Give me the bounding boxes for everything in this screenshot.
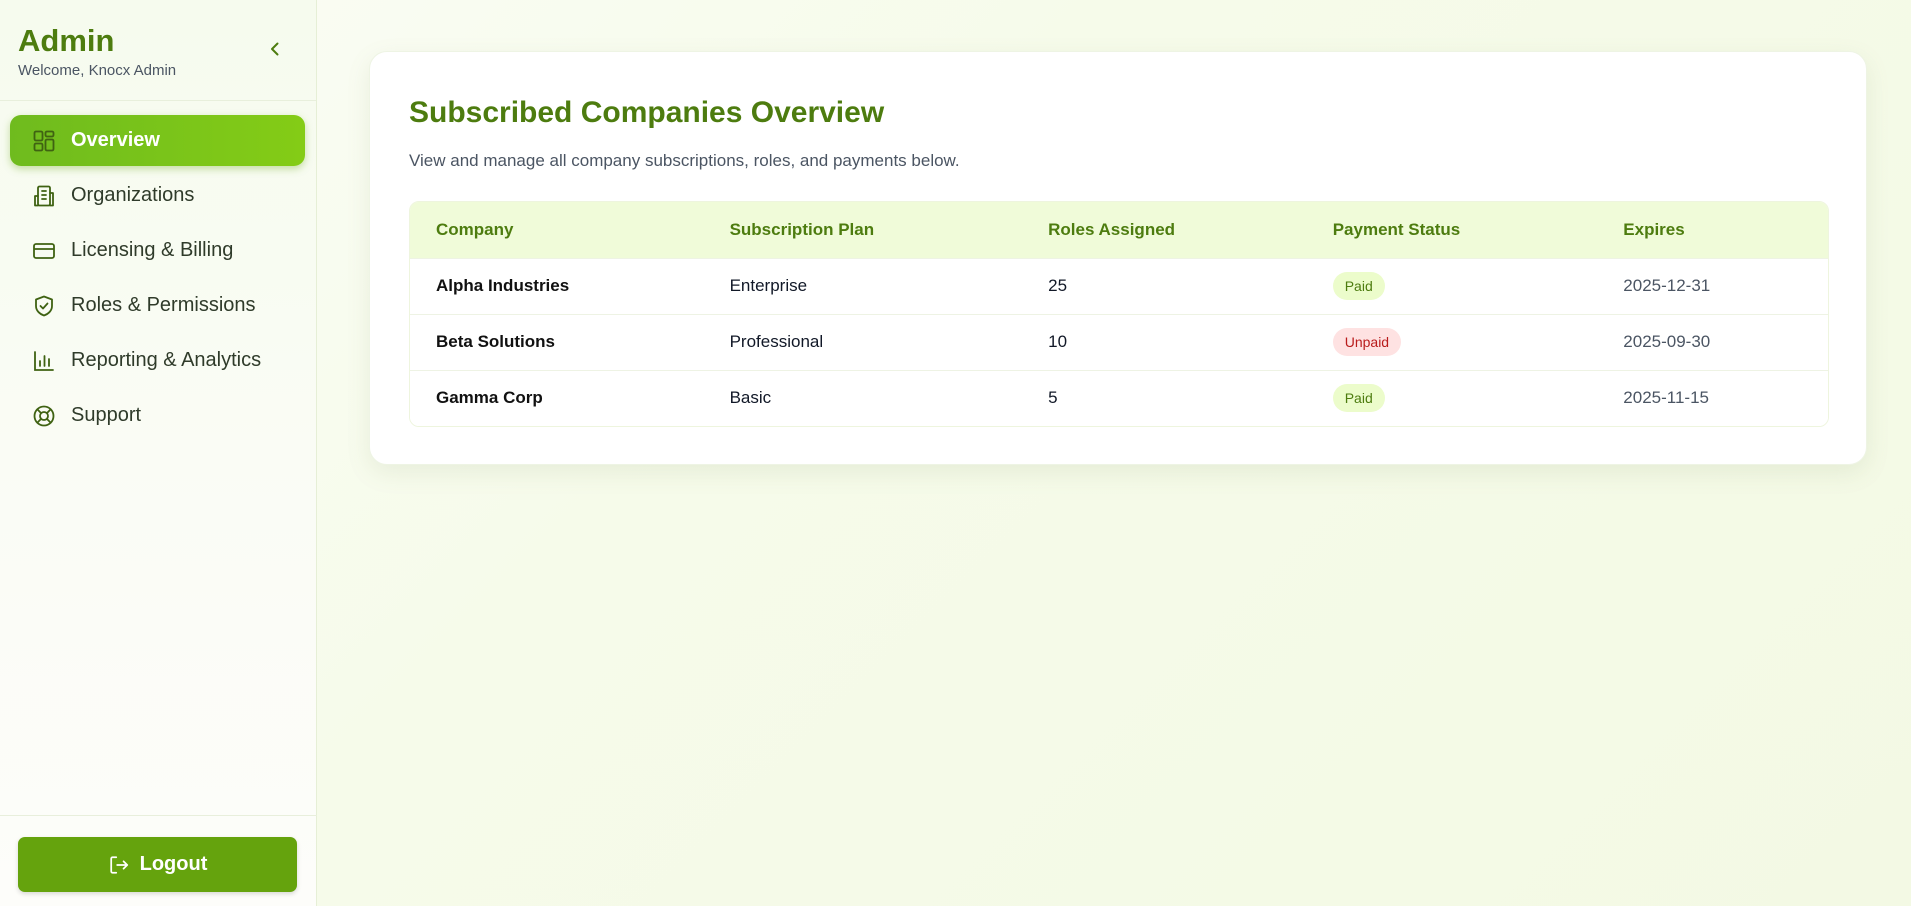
- collapse-sidebar-button[interactable]: [262, 36, 288, 62]
- payment-status-cell: Paid: [1307, 370, 1598, 426]
- payment-status-cell: Paid: [1307, 258, 1598, 314]
- sidebar-item-licensing-billing[interactable]: Licensing & Billing: [10, 225, 305, 276]
- sidebar-item-overview[interactable]: Overview: [10, 115, 305, 166]
- logout-label: Logout: [139, 853, 208, 875]
- subscription-plan: Professional: [729, 332, 824, 351]
- column-header-payment-status: Payment Status: [1332, 219, 1461, 239]
- sidebar-item-label: Overview: [71, 129, 160, 151]
- status-badge: Unpaid: [1332, 328, 1402, 356]
- company-name: Beta Solutions: [436, 332, 556, 351]
- sidebar-item-label: Licensing & Billing: [71, 239, 234, 261]
- companies-table: Company Subscription Plan Roles Assigned…: [409, 201, 1829, 427]
- lifebuoy-icon: [32, 404, 56, 428]
- sidebar-nav: Overview Organizations Licensing & Billi…: [0, 115, 317, 445]
- column-header-roles-assigned: Roles Assigned: [1048, 219, 1176, 239]
- credit-card-icon: [32, 239, 56, 263]
- building-icon: [32, 184, 56, 208]
- sidebar-item-label: Reporting & Analytics: [71, 349, 262, 371]
- shield-check-icon: [32, 294, 56, 318]
- payment-status-cell: Unpaid: [1307, 314, 1598, 370]
- sidebar-item-label: Support: [71, 404, 142, 426]
- column-header-subscription-plan: Subscription Plan: [729, 219, 875, 239]
- page-title: Subscribed Companies Overview: [409, 96, 885, 129]
- column-header-expires: Expires: [1623, 219, 1685, 239]
- sidebar-item-roles-permissions[interactable]: Roles & Permissions: [10, 280, 305, 331]
- roles-assigned: 5: [1048, 388, 1058, 408]
- sidebar-item-label: Roles & Permissions: [71, 294, 256, 316]
- company-name: Gamma Corp: [436, 388, 543, 408]
- status-badge: Paid: [1332, 384, 1385, 413]
- table-row[interactable]: Alpha Industries Enterprise 25 Paid 2025…: [410, 258, 1828, 314]
- table-row[interactable]: Gamma Corp Basic 5 Paid 2025-11-15: [410, 370, 1828, 426]
- table-header-row: Company Subscription Plan Roles Assigned…: [410, 202, 1828, 258]
- companies-overview-card: Subscribed Companies Overview View and m…: [369, 51, 1867, 465]
- welcome-text: Welcome, Knocx Admin: [18, 62, 177, 79]
- sidebar-item-reporting-analytics[interactable]: Reporting & Analytics: [10, 335, 305, 386]
- table-row[interactable]: Beta Solutions Professional 10 Unpaid 20…: [410, 314, 1828, 370]
- subscription-plan: Basic: [729, 388, 772, 408]
- logout-icon: [109, 855, 128, 874]
- chevron-left-icon: [271, 42, 279, 56]
- page-description: View and manage all company subscription…: [409, 151, 960, 170]
- sidebar-header: Admin Welcome, Knocx Admin: [0, 0, 316, 101]
- sidebar: Admin Welcome, Knocx Admin Overview Orga…: [0, 0, 317, 906]
- logout-button[interactable]: Logout: [18, 837, 297, 892]
- sidebar-item-support[interactable]: Support: [10, 390, 305, 441]
- expires-date: 2025-09-30: [1623, 332, 1711, 351]
- column-header-company: Company: [436, 219, 514, 239]
- expires-date: 2025-12-31: [1623, 276, 1711, 295]
- sidebar-footer: Logout: [0, 815, 317, 906]
- status-badge: Paid: [1332, 272, 1385, 300]
- bar-chart-icon: [32, 349, 56, 373]
- roles-assigned: 25: [1048, 276, 1068, 295]
- sidebar-item-label: Organizations: [71, 184, 195, 206]
- company-name: Alpha Industries: [436, 276, 570, 295]
- subscription-plan: Enterprise: [729, 276, 808, 295]
- dashboard-icon: [32, 129, 56, 153]
- expires-date: 2025-11-15: [1623, 388, 1709, 408]
- sidebar-item-organizations[interactable]: Organizations: [10, 170, 305, 221]
- roles-assigned: 10: [1048, 332, 1068, 351]
